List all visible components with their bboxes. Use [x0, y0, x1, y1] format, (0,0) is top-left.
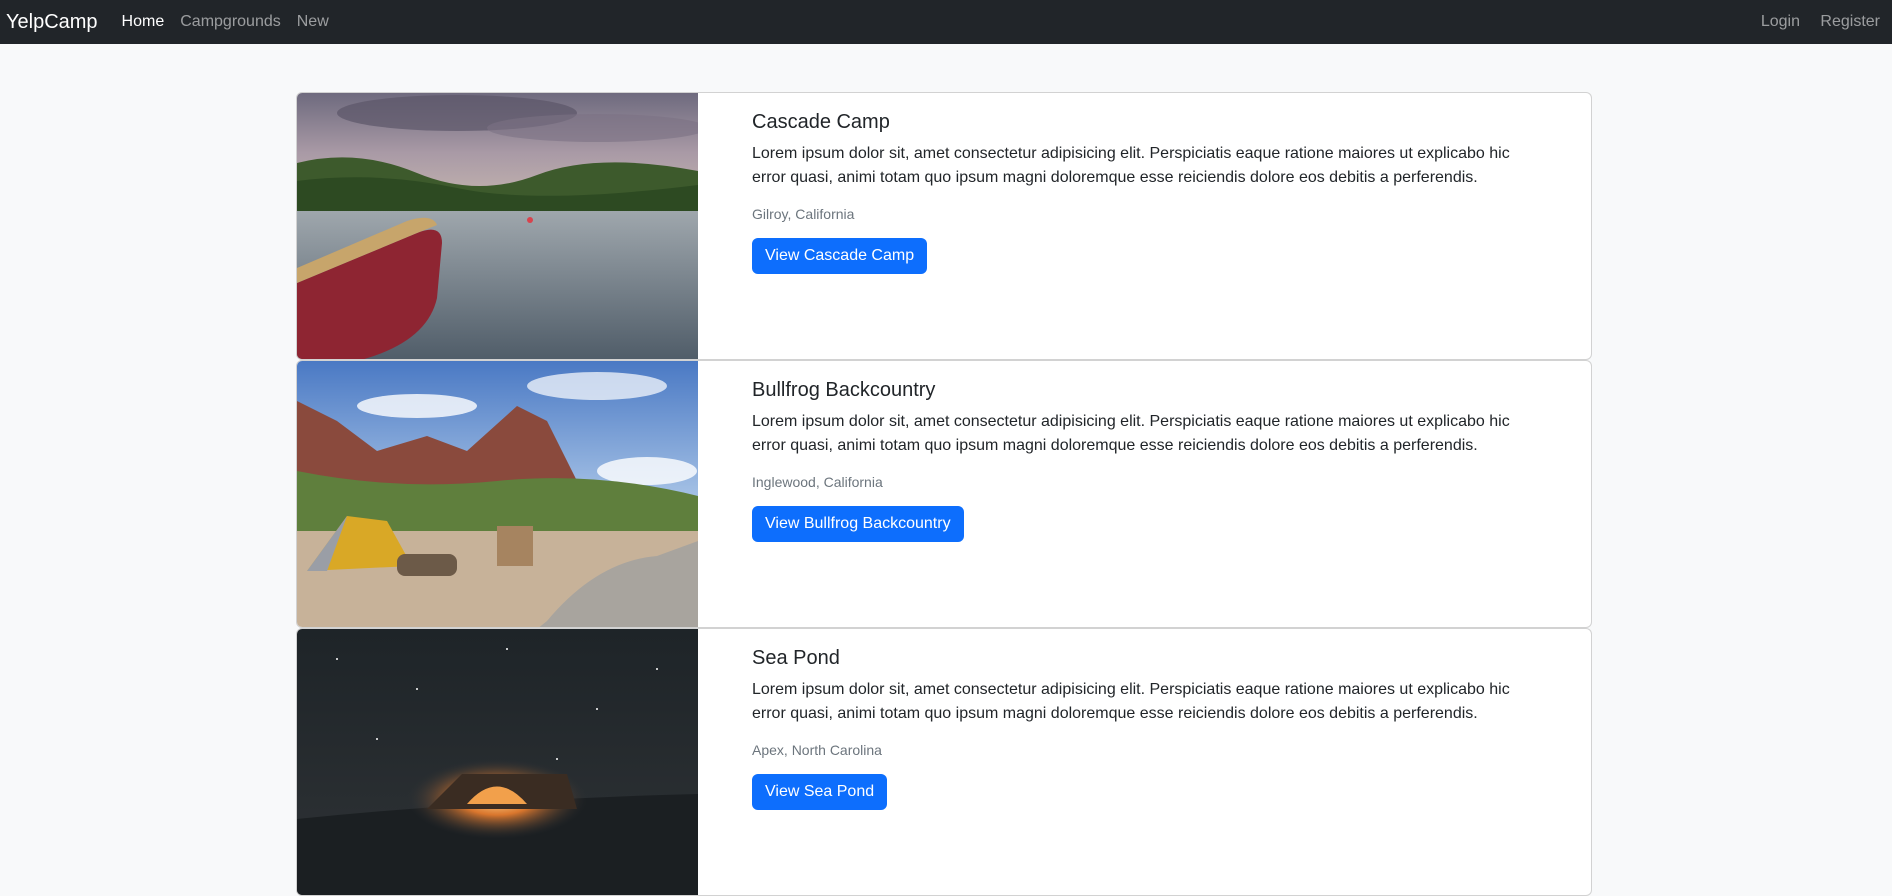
nav-new[interactable]: New [297, 13, 329, 31]
navbar: YelpCamp Home Campgrounds New Login Regi… [0, 0, 1892, 44]
campground-image [297, 361, 698, 627]
campground-location: Inglewood, California [752, 474, 883, 490]
campground-title: Cascade Camp [752, 111, 890, 133]
nav-register[interactable]: Register [1820, 13, 1880, 30]
campground-card: Bullfrog Backcountry Lorem ipsum dolor s… [296, 360, 1592, 628]
campground-card-body: Cascade Camp Lorem ipsum dolor sit, amet… [698, 93, 1591, 359]
view-campground-button[interactable]: View Sea Pond [752, 774, 888, 810]
campground-description: Lorem ipsum dolor sit, amet consectetur … [752, 413, 1510, 454]
nav-home[interactable]: Home [122, 13, 165, 31]
campground-location: Apex, North Carolina [752, 742, 882, 758]
campground-list: Cascade Camp Lorem ipsum dolor sit, amet… [296, 92, 1592, 896]
campground-title: Sea Pond [752, 647, 840, 669]
campground-image [297, 93, 698, 359]
nav-right: Login Register [1761, 13, 1886, 31]
view-campground-button[interactable]: View Bullfrog Backcountry [752, 506, 964, 542]
view-campground-button[interactable]: View Cascade Camp [752, 238, 928, 274]
campground-location: Gilroy, California [752, 206, 855, 222]
campground-card: Sea Pond Lorem ipsum dolor sit, amet con… [296, 628, 1592, 896]
campground-title: Bullfrog Backcountry [752, 379, 936, 401]
campground-card-body: Bullfrog Backcountry Lorem ipsum dolor s… [698, 361, 1591, 627]
campground-image [297, 629, 698, 895]
campground-card: Cascade Camp Lorem ipsum dolor sit, amet… [296, 92, 1592, 360]
campground-description: Lorem ipsum dolor sit, amet consectetur … [752, 681, 1510, 722]
brand-logo[interactable]: YelpCamp [6, 11, 98, 34]
campground-description: Lorem ipsum dolor sit, amet consectetur … [752, 145, 1510, 186]
nav-campgrounds[interactable]: Campgrounds [180, 13, 281, 31]
campground-card-body: Sea Pond Lorem ipsum dolor sit, amet con… [698, 629, 1591, 895]
nav-login[interactable]: Login [1761, 13, 1800, 30]
